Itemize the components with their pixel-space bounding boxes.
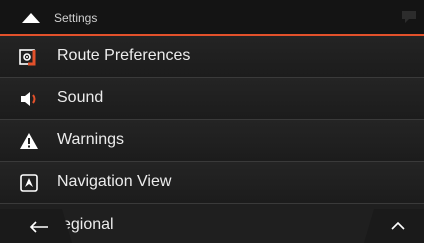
speaker-icon <box>19 89 39 109</box>
settings-list: Route Preferences Sound Warnings Navigat… <box>0 36 424 204</box>
menu-item-route-preferences[interactable]: Route Preferences <box>0 36 424 78</box>
scroll-up-button[interactable] <box>364 209 424 243</box>
message-bubble-icon <box>400 10 418 24</box>
menu-item-label: Warnings <box>57 131 124 148</box>
menu-item-warnings[interactable]: Warnings <box>0 120 424 162</box>
bottom-bar: egional <box>0 209 424 243</box>
back-button[interactable] <box>0 209 72 243</box>
menu-item-label: Route Preferences <box>57 47 191 64</box>
route-preferences-icon <box>19 47 39 67</box>
back-arrow-icon <box>29 221 48 233</box>
menu-item-navigation-view[interactable]: Navigation View <box>0 162 424 204</box>
menu-item-sound[interactable]: Sound <box>0 78 424 120</box>
menu-item-label: Navigation View <box>57 173 172 190</box>
menu-item-label: egional <box>62 216 114 233</box>
page-title: Settings <box>54 11 98 25</box>
navigation-view-icon <box>19 173 39 193</box>
chevron-up-icon <box>391 221 405 230</box>
collapse-up-icon[interactable] <box>20 8 42 26</box>
warning-icon <box>19 131 39 151</box>
menu-item-label: Sound <box>57 89 104 106</box>
top-bar: Settings <box>0 0 424 34</box>
menu-item-regional[interactable]: egional <box>62 209 372 243</box>
